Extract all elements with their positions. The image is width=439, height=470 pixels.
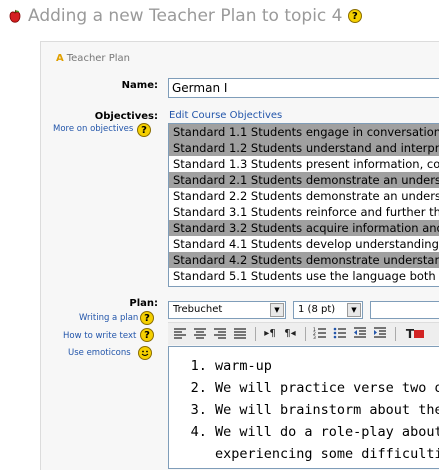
align-left-icon[interactable] [172,326,188,342]
objective-option[interactable]: Standard 4.2 Students demonstrate unders… [169,252,439,268]
size-select-value: 1 (8 pt) [298,304,336,315]
rtl-icon[interactable]: ¶◂ [282,326,298,342]
font-select[interactable]: Trebuchet ▼ [168,301,286,319]
align-center-icon[interactable] [192,326,208,342]
name-label: Name: [121,80,158,91]
toolbar-separator [305,327,306,341]
objective-option[interactable]: Standard 3.1 Students reinforce and furt… [169,204,439,220]
objectives-label: Objectives: [94,111,158,122]
how-to-write-text-link[interactable]: How to write text [63,331,136,341]
expand-marker-icon: A [56,53,64,64]
indent-icon[interactable] [372,326,388,342]
fieldset-legend: A Teacher Plan [56,53,130,64]
align-right-icon[interactable] [212,326,228,342]
objectives-multiselect[interactable]: Standard 1.1 Students engage in conversa… [168,123,439,287]
plan-label: Plan: [129,298,158,309]
list-item: We will do a role-play about a experienc… [215,421,439,465]
page-title: Adding a new Teacher Plan to topic 4 ? [28,6,362,26]
chevron-down-icon[interactable]: ▼ [347,303,361,317]
objective-option[interactable]: Standard 2.1 Students demonstrate an und… [169,172,439,188]
list-item-text-cont: experiencing some difficulties. [215,446,439,462]
objective-option[interactable]: Standard 1.2 Students understand and int… [169,140,439,156]
toolbar-separator [395,327,396,341]
help-icon[interactable]: ? [140,328,154,342]
editor-toolbar-buttons: ▸¶ ¶◂ 123 T [168,322,439,345]
size-select[interactable]: 1 (8 pt) ▼ [293,301,363,319]
ltr-icon[interactable]: ▸¶ [262,326,278,342]
editor-toolbar-selects: Trebuchet ▼ 1 (8 pt) ▼ [168,301,439,321]
ordered-list-icon[interactable]: 123 [312,326,328,342]
smiley-icon[interactable] [138,346,152,360]
legend-text: Teacher Plan [66,53,130,64]
chevron-down-icon[interactable]: ▼ [270,303,284,317]
edit-course-objectives-link[interactable]: Edit Course Objectives [169,110,282,121]
objective-option[interactable]: Standard 3.2 Students acquire informatio… [169,220,439,236]
page-title-text: Adding a new Teacher Plan to topic 4 [28,6,343,26]
unordered-list-icon[interactable] [332,326,348,342]
objective-option[interactable]: Standard 2.2 Students demonstrate an und… [169,188,439,204]
objective-option[interactable]: Standard 1.1 Students engage in conversa… [169,124,439,140]
list-item: We will brainstorm about the c [215,399,439,421]
help-icon[interactable]: ? [137,123,151,137]
list-item-text: We will do a role-play about a [215,424,439,440]
help-icon[interactable]: ? [347,9,362,23]
objective-option[interactable]: Standard 4.1 Students develop understand… [169,236,439,252]
plan-editor[interactable]: warm-up We will practice verse two of We… [168,346,439,469]
writing-a-plan-link[interactable]: Writing a plan [79,313,138,323]
svg-text:3: 3 [313,335,316,340]
toolbar-separator [255,327,256,341]
apple-icon [7,9,23,25]
align-justify-icon[interactable] [232,326,248,342]
list-item: warm-up [215,355,439,377]
objective-option[interactable]: Standard 1.3 Students present informatio… [169,156,439,172]
list-item: We will practice verse two of [215,377,439,399]
help-icon[interactable]: ? [140,311,154,325]
use-emoticons-link[interactable]: Use emoticons [68,348,131,358]
name-field[interactable] [168,78,439,98]
font-select-value: Trebuchet [173,304,223,315]
objective-option[interactable]: Standard 5.1 Students use the language b… [169,268,439,284]
outdent-icon[interactable] [352,326,368,342]
format-select[interactable] [370,301,439,319]
plan-list: warm-up We will practice verse two of We… [169,355,439,465]
more-on-objectives-link[interactable]: More on objectives [53,124,133,134]
color-swatch [414,330,424,338]
